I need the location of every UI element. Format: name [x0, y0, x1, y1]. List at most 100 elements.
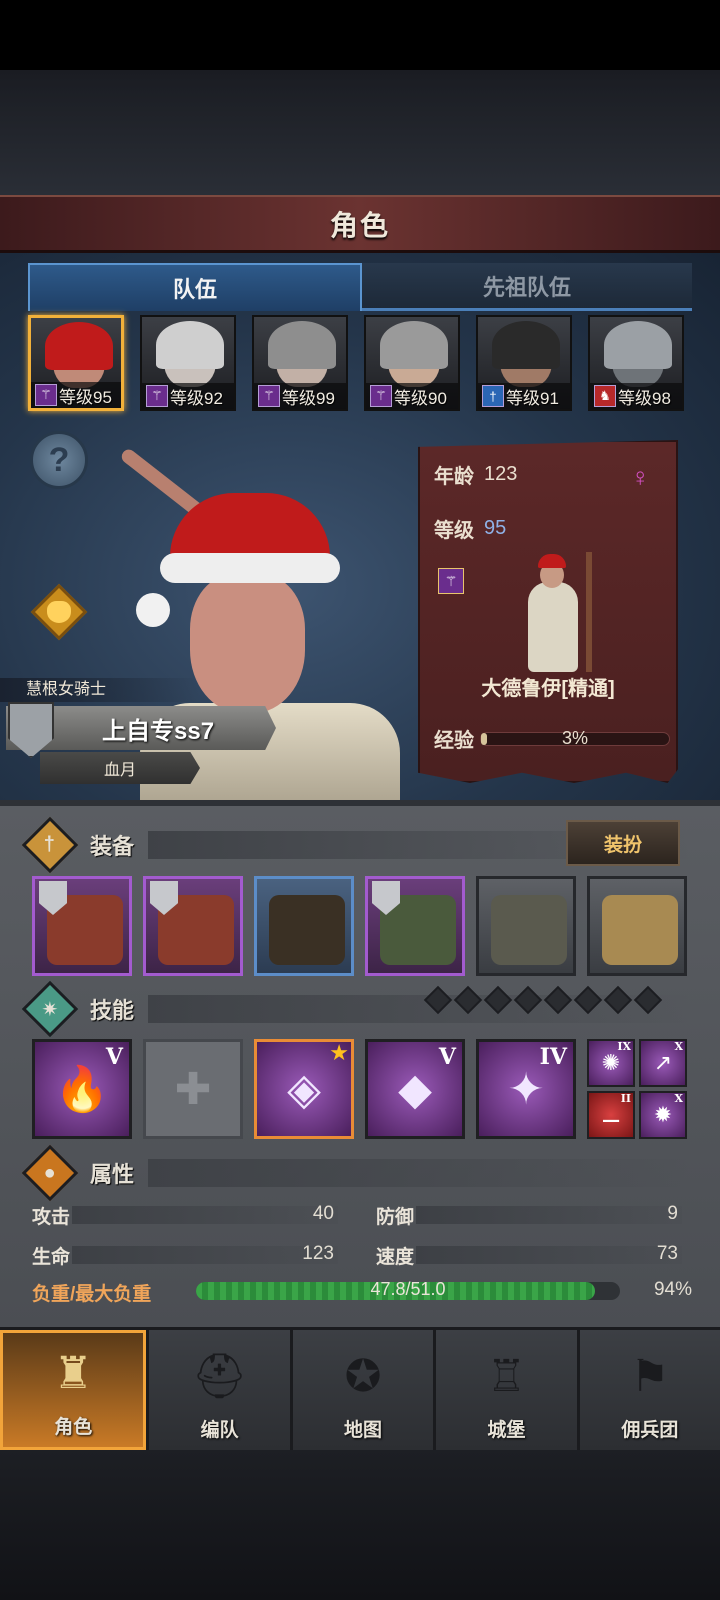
attack-value: 40 — [312, 1203, 334, 1224]
portrait-level: ⚚ 等级90 — [366, 383, 458, 409]
attributes-header: ● 属性 — [21, 1144, 690, 1202]
passive-skill[interactable]: ↗ X — [639, 1039, 687, 1087]
portrait-level-text: 等级92 — [170, 388, 223, 408]
help-button[interactable]: ? — [30, 431, 88, 489]
skill-slot[interactable]: ◈ ★ — [254, 1039, 354, 1139]
empty-skill-slot[interactable]: ✚ — [143, 1039, 243, 1139]
staff-icon: ⚚ — [146, 385, 168, 407]
potion-button[interactable] — [30, 583, 88, 641]
figure-robe — [528, 582, 578, 672]
skill-slot[interactable]: ◆ V — [365, 1039, 465, 1139]
skill-rank: II — [620, 1092, 631, 1105]
hp-row: 生命 123 — [32, 1240, 338, 1270]
horse-icon: ♞ — [594, 385, 616, 407]
equipment-title: 装备 — [90, 834, 135, 859]
skill-rank: IX — [617, 1040, 631, 1053]
staff-icon: ⚚ — [258, 385, 280, 407]
title-bar: 角色 — [0, 195, 720, 253]
hp-value: 123 — [302, 1243, 334, 1264]
skill-point-pip — [453, 985, 483, 1015]
equipment-slot[interactable] — [587, 876, 687, 976]
skill-rank: X — [674, 1092, 683, 1105]
dumbbell-icon: ⚊ — [601, 1102, 621, 1127]
nav-label: 编队 — [200, 1420, 239, 1441]
skill-rank: V — [105, 1044, 123, 1070]
roster-portrait[interactable]: ♞ 等级98 — [588, 315, 684, 411]
hp-label: 生命 — [32, 1246, 71, 1268]
skill-rank: IV — [539, 1044, 567, 1070]
bottom-nav: ♜ 角色 ⛑ 编队 ✪ 地图 ♖ 城堡 ⚑ 佣兵团 — [0, 1327, 720, 1450]
roster-portrait[interactable]: ⚚ 等级99 — [252, 315, 348, 411]
nav-label: 城堡 — [487, 1420, 526, 1441]
roster-portrait[interactable]: ⚚ 等级95 — [28, 315, 124, 411]
person-icon: ● — [21, 1144, 79, 1202]
passive-skill[interactable]: ⚊ II — [587, 1091, 635, 1139]
equipment-slot[interactable] — [365, 876, 465, 976]
skill-point-pip — [513, 985, 543, 1015]
skill-points — [423, 985, 663, 1015]
boots-icon — [491, 895, 567, 965]
roster-portrait[interactable]: ⚚ 等级90 — [364, 315, 460, 411]
female-icon: ♀ — [630, 462, 651, 492]
character-panel: 队伍 先祖队伍 ⚚ 等级95 ⚚ 等级92 ⚚ 等级99 ⚚ 等级90 † 等级91 ♞ 等级98 ?… — [0, 253, 720, 813]
passive-skill[interactable]: ✺ IX — [587, 1039, 635, 1087]
nav-item[interactable]: ⚑ 佣兵团 — [580, 1330, 720, 1450]
skill-slot[interactable]: 🔥 V — [32, 1039, 132, 1139]
hero-title: 慧根女骑士 — [0, 678, 200, 702]
dress-up-button[interactable]: 装扮 — [566, 820, 680, 866]
speed-track — [416, 1246, 682, 1264]
portrait-level: ⚚ 等级92 — [142, 383, 234, 409]
load-text: 47.8/51.0 — [370, 1279, 446, 1299]
nav-item[interactable]: ♜ 角色 — [0, 1330, 147, 1450]
equipment-slot[interactable] — [143, 876, 243, 976]
speed-value: 73 — [656, 1243, 678, 1264]
potion-icon — [47, 601, 71, 623]
staff — [586, 552, 592, 672]
star-icon: ★ — [329, 1040, 349, 1065]
roster-portrait[interactable]: ⚚ 等级92 — [140, 315, 236, 411]
skills-title: 技能 — [90, 998, 135, 1023]
skill-point-pip — [573, 985, 603, 1015]
crystal-tornado-icon: ◈ — [287, 1064, 321, 1114]
cross-icon: ✚ — [174, 1064, 212, 1114]
load-percent: 94% — [653, 1279, 692, 1300]
attack-row: 攻击 40 — [32, 1200, 338, 1230]
nav-item[interactable]: ✪ 地图 — [293, 1330, 433, 1450]
portrait-level-text: 等级99 — [282, 388, 335, 408]
equipment-row — [32, 876, 692, 976]
attack-track — [72, 1206, 338, 1224]
staff-icon: ⚚ — [438, 568, 464, 594]
tab-team[interactable]: 队伍 — [28, 263, 362, 311]
equipment-slot[interactable] — [476, 876, 576, 976]
banner-icon: ⚑ — [630, 1351, 670, 1401]
equipment-slot[interactable] — [32, 876, 132, 976]
age-label: 年龄 — [434, 466, 474, 488]
portrait-hair — [156, 321, 224, 369]
exp-label: 经验 — [434, 730, 474, 752]
staff-icon: ⚚ — [370, 385, 392, 407]
roster: ⚚ 等级95 ⚚ 等级92 ⚚ 等级99 ⚚ 等级90 † 等级91 ♞ 等级98 — [28, 315, 692, 411]
knight-icon: ♜ — [53, 1348, 93, 1398]
sword-icon: † — [482, 385, 504, 407]
skills-header: ✷ 技能 — [21, 980, 690, 1038]
exp-text: 3% — [561, 727, 588, 748]
skill-rank: V — [438, 1044, 456, 1070]
tab-ancestor-team[interactable]: 先祖队伍 — [362, 263, 692, 311]
portrait-hair — [604, 321, 672, 369]
holy-spear-icon: ✦ — [507, 1064, 545, 1114]
nav-item[interactable]: ⛑ 编队 — [149, 1330, 289, 1450]
equipment-slot[interactable] — [254, 876, 354, 976]
hp-track — [72, 1246, 338, 1264]
roster-portrait[interactable]: † 等级91 — [476, 315, 572, 411]
portrait-level-text: 等级98 — [618, 388, 671, 408]
defense-track — [416, 1206, 682, 1224]
passive-skill[interactable]: ✹ X — [639, 1091, 687, 1139]
speed-label: 速度 — [376, 1246, 415, 1268]
skill-point-pip — [603, 985, 633, 1015]
stats-panel: † 装备 装扮 ✷ 技能 🔥 V ✚ ◈ ★ ◆ V ✦ IV ✺ IX ↗ X ⚊ II ✹ X ● 属性 攻… — [0, 800, 720, 1327]
skill-slot[interactable]: ✦ IV — [476, 1039, 576, 1139]
passive-skills: ✺ IX ↗ X ⚊ II ✹ X — [587, 1039, 687, 1139]
nav-item[interactable]: ♖ 城堡 — [436, 1330, 576, 1450]
attributes-rule — [148, 1159, 690, 1187]
portrait-hair — [492, 321, 560, 369]
